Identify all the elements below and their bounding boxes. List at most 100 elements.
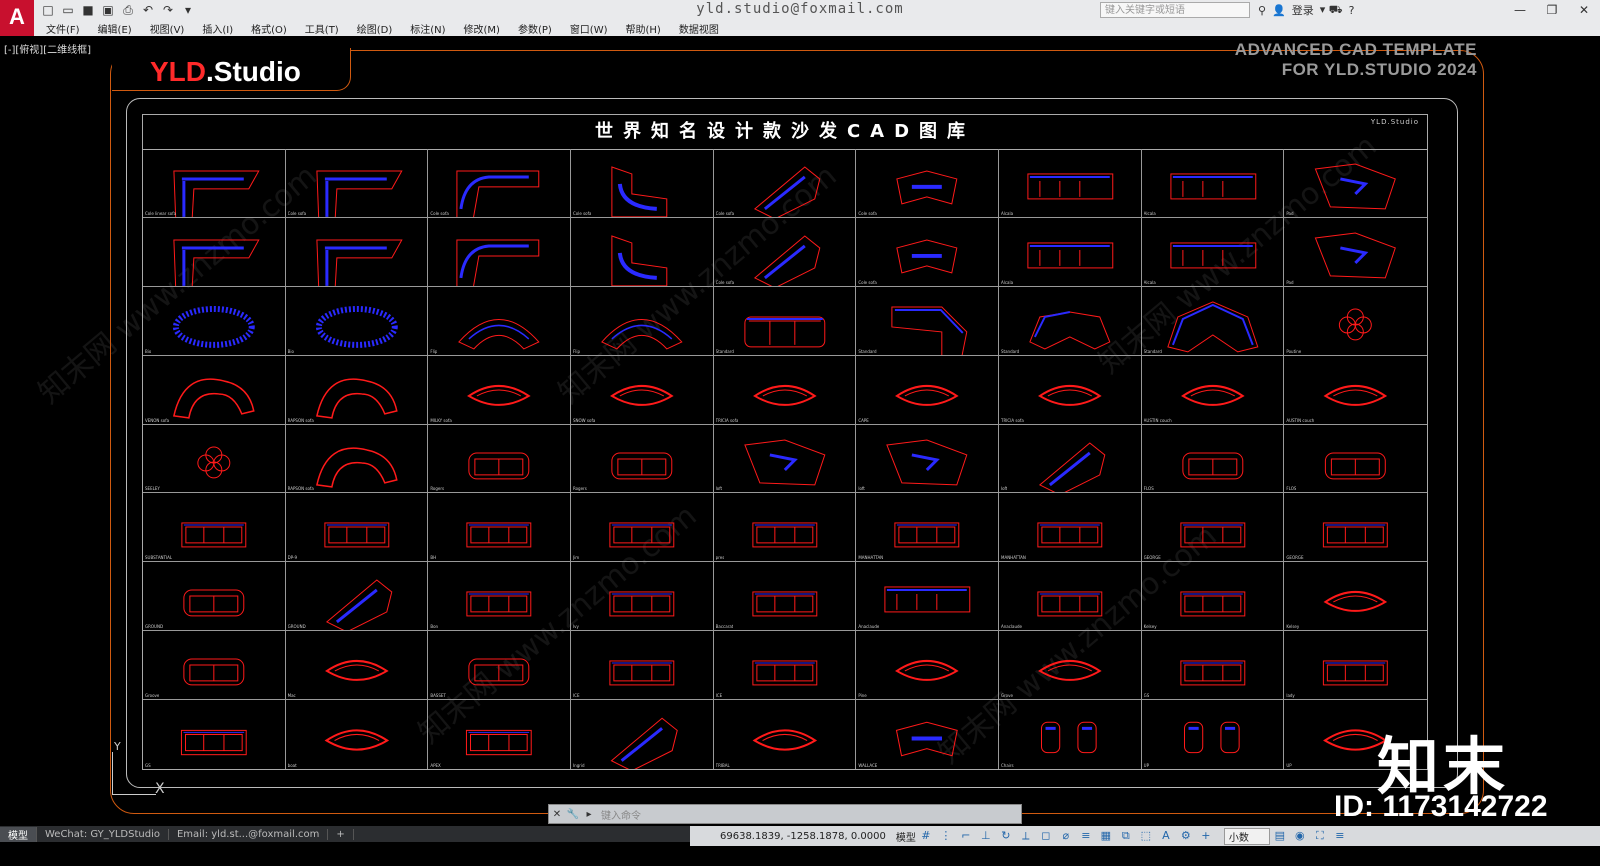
sofa-thumbnail[interactable]: GROUND — [285, 562, 429, 632]
sofa-thumbnail[interactable]: Alcala — [1141, 217, 1285, 287]
otrack-icon[interactable]: ⌀ — [1059, 829, 1073, 843]
sofa-thumbnail[interactable]: FLOS — [1141, 424, 1285, 494]
close-icon[interactable]: ✕ — [549, 809, 565, 820]
sofa-thumbnail[interactable]: Alcala — [999, 149, 1142, 218]
open-icon[interactable]: ▭ — [60, 2, 76, 18]
login-label[interactable]: 登录 — [1292, 2, 1314, 18]
menu-file[interactable]: 文件(F) — [46, 21, 80, 36]
menu-insert[interactable]: 插入(I) — [202, 21, 233, 36]
isolate-icon[interactable]: ◉ — [1293, 829, 1307, 843]
menu-draw[interactable]: 绘图(D) — [357, 21, 393, 36]
plus-icon[interactable]: + — [1199, 829, 1213, 843]
sofa-thumbnail[interactable]: APEX — [428, 700, 571, 769]
tab-email[interactable]: Email: yld.st...@foxmail.com — [169, 828, 329, 840]
sofa-thumbnail[interactable]: RAPSON sofa — [285, 424, 429, 494]
sofa-thumbnail[interactable]: SUBSTANTIAL — [143, 493, 286, 563]
sofa-thumbnail[interactable]: RAPSON sofa — [285, 355, 429, 425]
menu-format[interactable]: 格式(O) — [251, 21, 287, 36]
fullscreen-icon[interactable]: ⛶ — [1313, 829, 1327, 843]
lineweight-icon[interactable]: ≡ — [1079, 829, 1093, 843]
properties-icon[interactable]: ▤ — [1273, 829, 1287, 843]
sofa-thumbnail[interactable]: AUSTIN couch — [1141, 355, 1285, 425]
sofa-thumbnail[interactable]: Cole sofa — [428, 149, 571, 218]
sofa-thumbnail[interactable]: Standard — [999, 286, 1142, 356]
sofa-thumbnail[interactable]: Rogers — [571, 424, 714, 494]
infer-icon[interactable]: ⌐ — [959, 829, 973, 843]
sofa-thumbnail[interactable]: GEORGE — [1284, 493, 1427, 563]
sofa-thumbnail[interactable]: Cole linear sofa — [143, 149, 286, 218]
sofa-thumbnail[interactable]: Cole sofa — [856, 149, 999, 218]
sofa-thumbnail[interactable]: Cole sofa — [713, 217, 857, 287]
sofa-thumbnail[interactable]: Pine — [856, 631, 999, 701]
add-layout-button[interactable]: + — [328, 828, 354, 840]
sofa-thumbnail[interactable]: Cole sofa — [285, 149, 429, 218]
sofa-thumbnail[interactable]: GS — [143, 700, 286, 769]
sofa-thumbnail[interactable]: Pad — [1284, 149, 1427, 218]
menu-help[interactable]: 帮助(H) — [626, 21, 661, 36]
viewport-controls[interactable]: [-][俯视][二维线框] — [4, 41, 91, 56]
sofa-thumbnail[interactable]: Kelsey — [1141, 562, 1285, 632]
save-as-icon[interactable]: ▣ — [100, 2, 116, 18]
sofa-thumbnail[interactable]: SNOW sofa — [571, 355, 714, 425]
dropdown-icon[interactable]: ▾ — [180, 2, 196, 18]
3d-osnap-icon[interactable]: ⬚ — [1139, 829, 1153, 843]
sofa-thumbnail[interactable]: TRIBAL — [714, 700, 857, 769]
sofa-thumbnail[interactable]: MILKY sofa — [428, 355, 571, 425]
menu-parametric[interactable]: 参数(P) — [518, 21, 552, 36]
ortho-icon[interactable]: ⊥ — [979, 829, 993, 843]
sofa-thumbnail[interactable]: Bon — [428, 562, 571, 632]
selection-cycling-icon[interactable]: ⧉ — [1119, 829, 1133, 843]
sofa-thumbnail[interactable]: Baccarat — [713, 562, 857, 632]
sofa-thumbnail[interactable]: Anaclaude — [856, 562, 999, 632]
cart-icon[interactable]: ▾ ⛟ — [1320, 3, 1343, 18]
menu-tools[interactable]: 工具(T) — [305, 21, 339, 36]
model-space-toggle[interactable]: 模型 — [896, 829, 916, 844]
sofa-thumbnail[interactable]: Rogers — [428, 424, 571, 494]
tab-model[interactable]: 模型 — [0, 826, 37, 842]
sofa-thumbnail[interactable]: BH — [428, 493, 571, 563]
sofa-thumbnail[interactable]: Bio — [285, 286, 429, 356]
minimize-icon[interactable]: — — [1504, 0, 1536, 20]
menu-data-view[interactable]: 数据视图 — [679, 21, 719, 36]
wrench-icon[interactable]: 🔧 — [565, 809, 581, 820]
sofa-thumbnail[interactable]: Chairs — [999, 700, 1142, 769]
binoculars-icon[interactable]: ⚲ — [1258, 4, 1266, 17]
sofa-thumbnail[interactable]: WALLACE — [856, 700, 999, 769]
undo-icon[interactable]: ↶ — [140, 2, 156, 18]
sofa-thumbnail[interactable]: Mac — [285, 631, 429, 701]
sofa-thumbnail[interactable]: DP-9 — [285, 493, 429, 563]
menu-modify[interactable]: 修改(M) — [464, 21, 500, 36]
sofa-thumbnail[interactable]: GEORGE — [1141, 493, 1285, 563]
sofa-thumbnail[interactable]: TRICIA sofa — [713, 355, 857, 425]
sofa-thumbnail[interactable]: Flip — [571, 286, 714, 356]
customize-icon[interactable]: ≡ — [1333, 829, 1347, 843]
sofa-thumbnail[interactable]: Bio — [143, 286, 286, 356]
sofa-thumbnail[interactable]: Cole sofa — [713, 149, 857, 218]
sofa-thumbnail[interactable]: pres — [713, 493, 857, 563]
tab-wechat[interactable]: WeChat: GY_YLDStudio — [37, 828, 169, 840]
sofa-thumbnail[interactable]: Kelsey — [1284, 562, 1427, 632]
sofa-thumbnail[interactable]: Standard — [856, 286, 999, 356]
sofa-thumbnail[interactable]: Flip — [428, 286, 571, 356]
restore-icon[interactable]: ❐ — [1536, 0, 1568, 20]
sofa-thumbnail[interactable]: FLOS — [1284, 425, 1427, 494]
sofa-thumbnail[interactable] — [143, 217, 286, 287]
autocad-logo[interactable]: A — [0, 0, 34, 36]
prompt-icon[interactable]: ▸ — [581, 809, 597, 820]
sofa-thumbnail[interactable]: Standard — [1141, 286, 1285, 356]
sofa-thumbnail[interactable]: UP — [1142, 700, 1285, 769]
drawing-sheet[interactable]: 世界知名设计款沙发CAD图库 YLD.Studio Cole linear so… — [142, 114, 1428, 770]
sofa-thumbnail[interactable]: Anaclaude — [999, 562, 1142, 632]
sofa-thumbnail[interactable]: MANHATTAN — [856, 493, 999, 563]
sofa-thumbnail[interactable]: VENON sofa — [143, 355, 286, 425]
menu-window[interactable]: 窗口(W) — [570, 21, 608, 36]
sofa-thumbnail[interactable]: loft — [713, 424, 857, 494]
sofa-thumbnail[interactable]: Alcala — [1141, 149, 1285, 218]
units-select[interactable]: 小数 — [1223, 827, 1270, 845]
new-icon[interactable]: □ — [40, 2, 56, 18]
sofa-thumbnail[interactable]: Alcala — [999, 217, 1142, 287]
login-area[interactable]: ⚲ 👤 登录 ▾ ⛟ ? — [1258, 2, 1354, 18]
sofa-thumbnail[interactable]: AUSTIN couch — [1284, 356, 1427, 425]
menu-view[interactable]: 视图(V) — [150, 21, 185, 36]
command-line[interactable]: ✕ 🔧 ▸ 键入命令 — [548, 804, 1022, 824]
